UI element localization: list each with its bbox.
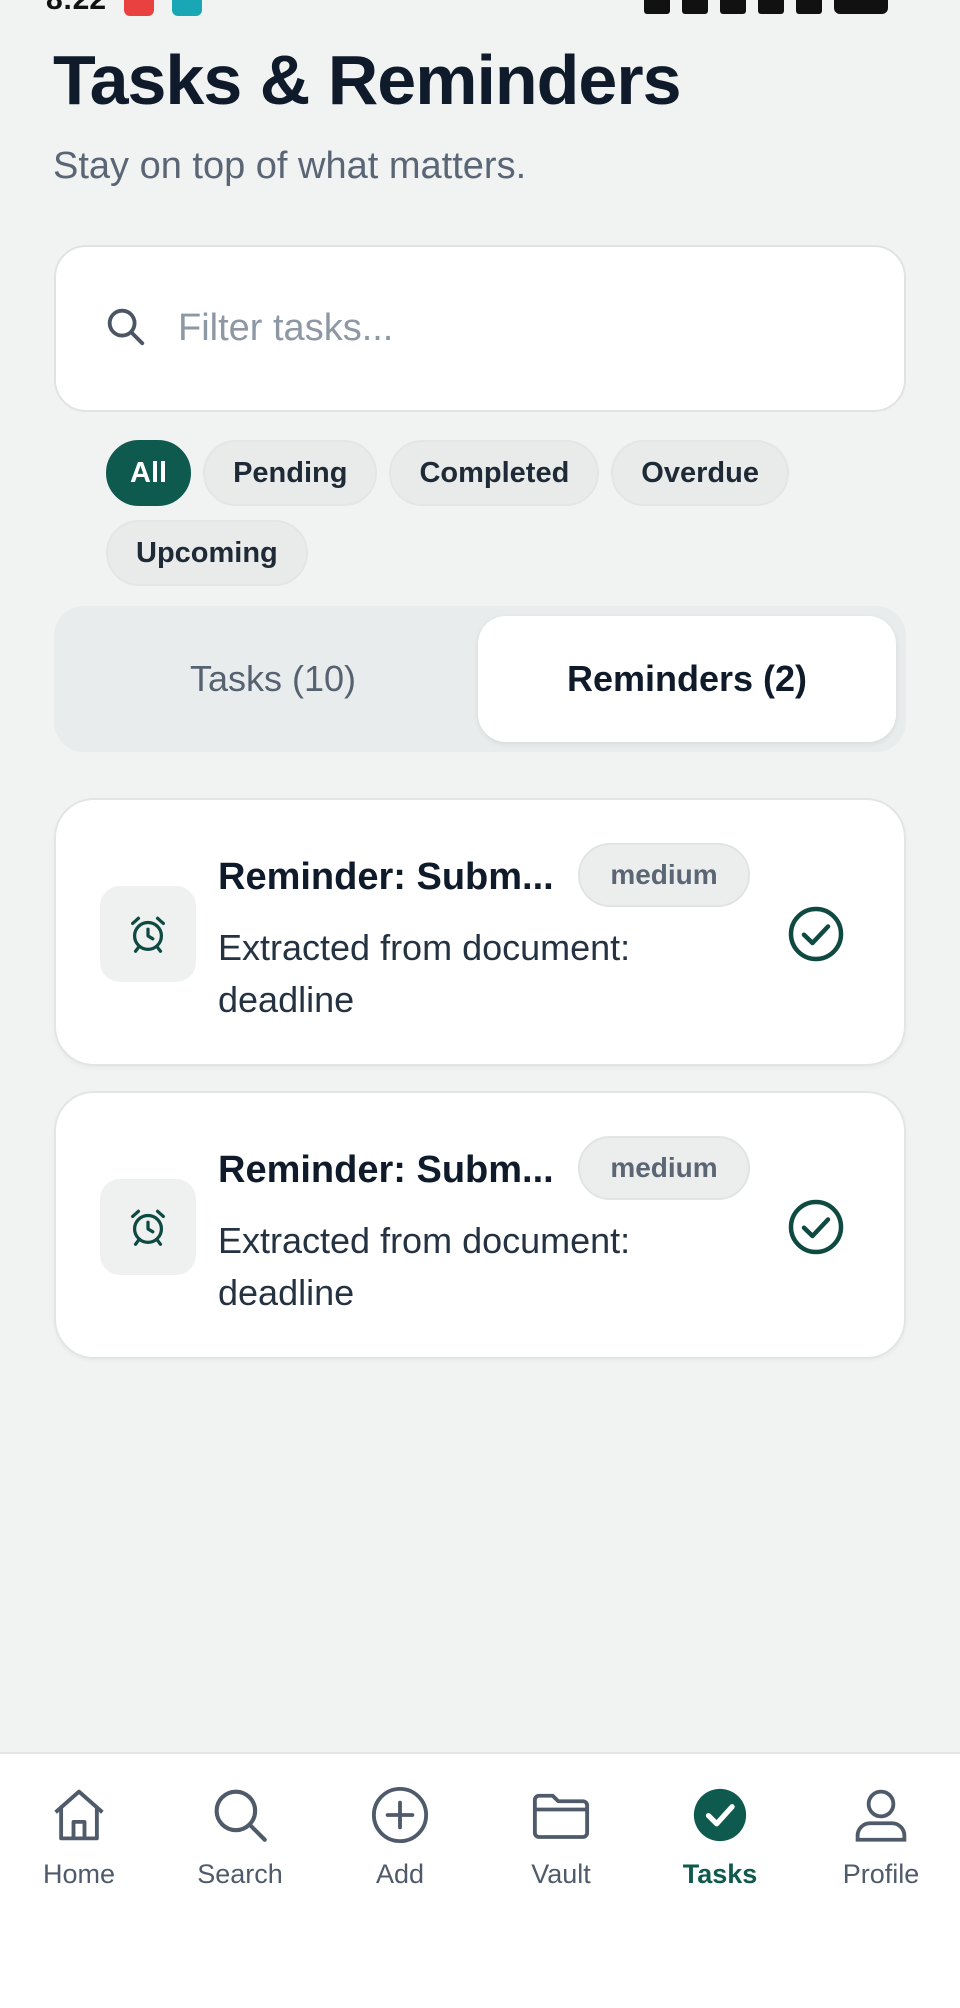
reminder-title: Reminder: Subm...	[218, 1149, 554, 1191]
nav-label: Search	[197, 1859, 283, 1889]
filter-chip-completed[interactable]: Completed	[389, 440, 600, 506]
segmented-tabs: Tasks (10) Reminders (2)	[54, 606, 906, 752]
reminder-card[interactable]: Reminder: Subm... medium Extracted from …	[54, 798, 906, 1066]
search-icon	[207, 1782, 273, 1853]
nav-item-search[interactable]: Search	[165, 1782, 315, 1902]
check-circle-icon	[687, 1782, 753, 1853]
nav-item-add[interactable]: Add	[325, 1782, 475, 1902]
notification-app-icon	[124, 0, 155, 16]
filter-chip-upcoming[interactable]: Upcoming	[106, 520, 308, 586]
wifi-icon	[720, 0, 746, 14]
nav-label: Add	[375, 1859, 425, 1889]
filter-chip-pending[interactable]: Pending	[203, 440, 378, 506]
status-left: 8:22	[46, 0, 203, 16]
search-icon	[102, 303, 148, 354]
bluetooth-icon	[682, 0, 708, 14]
nav-item-profile[interactable]: Profile	[806, 1782, 956, 1902]
status-bar: 8:22	[0, 0, 960, 20]
page-title: Tasks & Reminders	[53, 41, 682, 119]
check-circle-icon[interactable]	[786, 1197, 846, 1257]
priority-badge: medium	[578, 1136, 750, 1200]
search-input[interactable]	[178, 307, 818, 350]
signal-icon	[796, 0, 822, 14]
status-time: 8:22	[46, 0, 106, 15]
filter-chip-overdue[interactable]: Overdue	[611, 440, 789, 506]
filter-chip-all[interactable]: All	[106, 440, 192, 506]
tab-reminders[interactable]: Reminders (2)	[478, 616, 896, 742]
tab-tasks[interactable]: Tasks (10)	[64, 616, 482, 742]
signal-icon	[758, 0, 784, 14]
nav-label: Home	[42, 1859, 116, 1889]
vibrate-icon	[644, 0, 670, 14]
nav-label: Profile	[842, 1859, 920, 1889]
check-circle-icon[interactable]	[786, 904, 846, 964]
reminder-title: Reminder: Subm...	[218, 856, 554, 898]
filter-chips: All Pending Completed Overdue Upcoming	[106, 440, 826, 586]
home-icon	[46, 1782, 112, 1853]
nav-item-home[interactable]: Home	[4, 1782, 154, 1902]
search-box[interactable]	[54, 245, 906, 412]
bottom-nav: Home Search Add Vault Tasks Profile	[0, 1752, 960, 2008]
alarm-clock-icon	[100, 886, 196, 982]
nav-label: Vault	[531, 1859, 591, 1889]
notification-app-icon	[172, 0, 203, 16]
status-icons	[644, 0, 888, 14]
reminder-description: Extracted from document: deadline	[218, 1220, 631, 1313]
nav-item-vault[interactable]: Vault	[486, 1782, 636, 1902]
alarm-clock-icon	[100, 1179, 196, 1275]
battery-icon	[834, 0, 888, 14]
nav-item-tasks[interactable]: Tasks	[645, 1782, 795, 1902]
plus-circle-icon	[367, 1782, 433, 1853]
nav-label: Tasks	[682, 1859, 758, 1889]
page-subtitle: Stay on top of what matters.	[53, 145, 527, 187]
reminder-card[interactable]: Reminder: Subm... medium Extracted from …	[54, 1091, 906, 1359]
priority-badge: medium	[578, 843, 750, 907]
folder-icon	[528, 1782, 594, 1853]
reminder-description: Extracted from document: deadline	[218, 927, 631, 1020]
person-icon	[848, 1782, 914, 1853]
